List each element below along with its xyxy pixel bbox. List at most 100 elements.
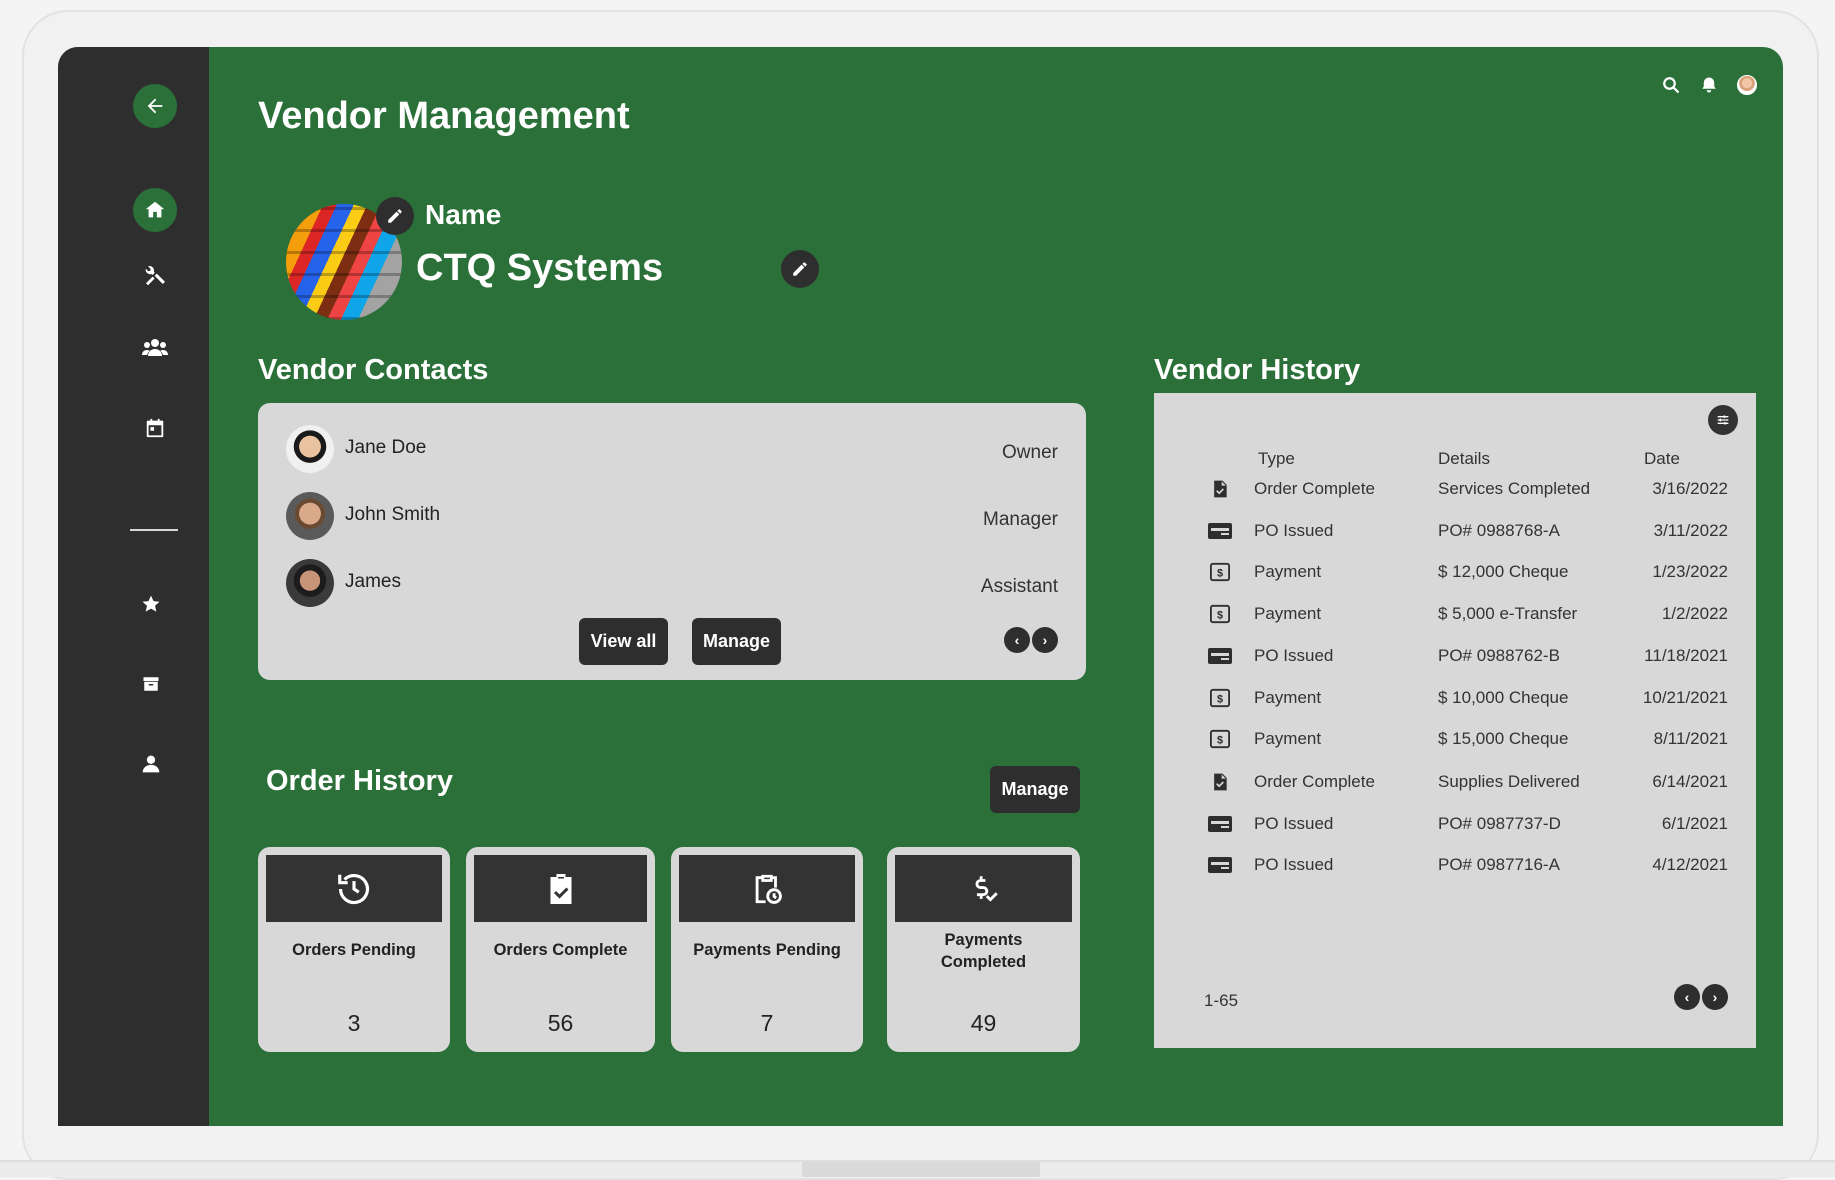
svg-text:$: $ (1217, 568, 1223, 580)
row-date: 8/11/2021 (1653, 729, 1728, 748)
row-details: $ 5,000 e-Transfer (1438, 604, 1578, 623)
archive-icon (143, 677, 159, 691)
stat-card-orders-complete[interactable]: Orders Complete 56 (466, 847, 655, 1052)
row-date: 6/1/2021 (1661, 814, 1728, 833)
prev-page-button[interactable]: ‹ (1004, 627, 1030, 653)
user-avatar-button[interactable] (1737, 75, 1757, 95)
contact-role: Owner (1002, 442, 1058, 463)
row-details: Supplies Delivered (1438, 772, 1580, 791)
history-pager: ‹ › (1674, 984, 1728, 1010)
stat-value: 3 (347, 1010, 361, 1036)
row-date: 1/23/2022 (1652, 562, 1728, 581)
sidebar-divider (130, 529, 178, 531)
row-details: PO# 0988768-A (1438, 521, 1560, 540)
prev-page-button[interactable]: ‹ (1674, 984, 1700, 1010)
row-type: Order Complete (1254, 479, 1375, 498)
users-icon (142, 339, 168, 356)
money-icon: $ (1208, 727, 1232, 751)
card-icon (1208, 644, 1232, 668)
row-details: $ 12,000 Cheque (1438, 562, 1569, 581)
sidebar-item-favorites[interactable] (134, 587, 168, 621)
contact-row[interactable]: John Smith Manager (286, 492, 1058, 542)
stat-value: 7 (760, 1010, 774, 1036)
contact-role: Manager (983, 509, 1058, 530)
row-type: Payment (1254, 688, 1322, 707)
search-button[interactable] (1661, 75, 1681, 95)
stat-card-payments-completed[interactable]: Payments Completed 49 (887, 847, 1080, 1052)
row-type: Payment (1254, 604, 1322, 623)
page-range: 1-65 (1204, 991, 1239, 1010)
contact-row[interactable]: Jane Doe Owner (286, 425, 1058, 475)
row-date: 11/18/2021 (1644, 646, 1728, 665)
table-row[interactable]: PO Issued PO# 0988768-A 3/11/2022 (1154, 511, 1756, 551)
arrow-left-icon (147, 98, 163, 114)
svg-text:$: $ (1217, 610, 1223, 622)
edit-photo-button[interactable] (376, 197, 414, 235)
page-title: Vendor Management (258, 95, 630, 137)
top-toolbar (1661, 75, 1757, 95)
history-title: Vendor History (1154, 354, 1361, 386)
stat-header (895, 855, 1072, 922)
card-icon (1208, 519, 1232, 543)
svg-text:$: $ (1217, 735, 1223, 747)
contact-name: Jane Doe (345, 437, 427, 458)
sidebar-item-archive[interactable] (134, 667, 168, 701)
sidebar-item-users[interactable] (138, 331, 172, 365)
next-page-button[interactable]: › (1702, 984, 1728, 1010)
contacts-card: Jane Doe Owner John Smith Manager James … (258, 403, 1086, 680)
table-row[interactable]: PO Issued PO# 0987716-A 4/12/2021 (1154, 845, 1756, 885)
row-details: PO# 0987716-A (1438, 855, 1560, 874)
manage-contacts-button[interactable]: Manage (692, 618, 781, 665)
stat-label: Orders Pending (292, 941, 416, 959)
avatar (286, 492, 334, 540)
row-details: PO# 0988762-B (1438, 646, 1560, 665)
card-icon (1208, 812, 1232, 836)
vendor-name-label: Name (425, 199, 502, 230)
tools-icon (145, 266, 165, 286)
row-type: PO Issued (1254, 521, 1334, 540)
stat-header (474, 855, 647, 922)
sidebar-item-tools[interactable] (138, 259, 172, 293)
table-row[interactable]: $ Payment $ 5,000 e-Transfer 1/2/2022 (1154, 594, 1756, 634)
table-row[interactable]: PO Issued PO# 0987737-D 6/1/2021 (1154, 804, 1756, 844)
app-screen: Vendor Management Name CTQ Systems Vendo… (58, 47, 1783, 1126)
sidebar-item-home[interactable] (133, 188, 177, 232)
pencil-icon (793, 262, 807, 276)
row-details: PO# 0987737-D (1438, 814, 1561, 833)
table-row[interactable]: $ Payment $ 10,000 Cheque 10/21/2021 (1154, 678, 1756, 718)
edit-name-button[interactable] (781, 250, 819, 288)
search-icon (1663, 77, 1680, 94)
table-row[interactable]: Order Complete Supplies Delivered 6/14/202… (1154, 762, 1756, 802)
bell-icon (1702, 77, 1716, 93)
star-icon (142, 595, 160, 612)
back-button[interactable] (133, 84, 177, 128)
stat-card-orders-pending[interactable]: Orders Pending 3 (258, 847, 450, 1052)
notifications-button[interactable] (1699, 75, 1719, 95)
stat-label: Payments Completed (940, 931, 1027, 971)
contacts-pager: ‹ › (1004, 627, 1058, 653)
row-date: 10/21/2021 (1642, 688, 1728, 707)
avatar (1737, 75, 1757, 95)
stat-header (679, 855, 855, 922)
table-row[interactable]: PO Issued PO# 0988762-B 11/18/2021 (1154, 636, 1756, 676)
row-date: 3/16/2022 (1652, 479, 1728, 498)
column-header-details: Details (1438, 449, 1490, 468)
table-row[interactable]: $ Payment $ 15,000 Cheque 8/11/2021 (1154, 719, 1756, 759)
next-page-button[interactable]: › (1032, 627, 1058, 653)
sidebar-item-calendar[interactable] (138, 411, 172, 445)
dollar-check-icon (975, 875, 998, 902)
table-row[interactable]: Order Complete Services Completed 3/16/202… (1154, 469, 1756, 509)
contact-row[interactable]: James Assistant (286, 559, 1058, 609)
order-history-title: Order History (266, 765, 453, 797)
sidebar-item-profile[interactable] (134, 747, 168, 781)
history-card: Type Details Date Order Complete Services… (1154, 393, 1756, 1048)
view-all-button[interactable]: View all (579, 618, 668, 665)
filter-button[interactable] (1708, 405, 1738, 435)
row-date: 3/11/2022 (1653, 521, 1728, 540)
table-row[interactable]: $ Payment $ 12,000 Cheque 1/23/2022 (1154, 552, 1756, 592)
row-details: $ 15,000 Cheque (1438, 729, 1569, 748)
row-date: 1/2/2022 (1661, 604, 1728, 623)
manage-orders-button[interactable]: Manage (990, 766, 1080, 813)
device-notch (802, 1162, 1040, 1177)
stat-card-payments-pending[interactable]: Payments Pending 7 (671, 847, 863, 1052)
